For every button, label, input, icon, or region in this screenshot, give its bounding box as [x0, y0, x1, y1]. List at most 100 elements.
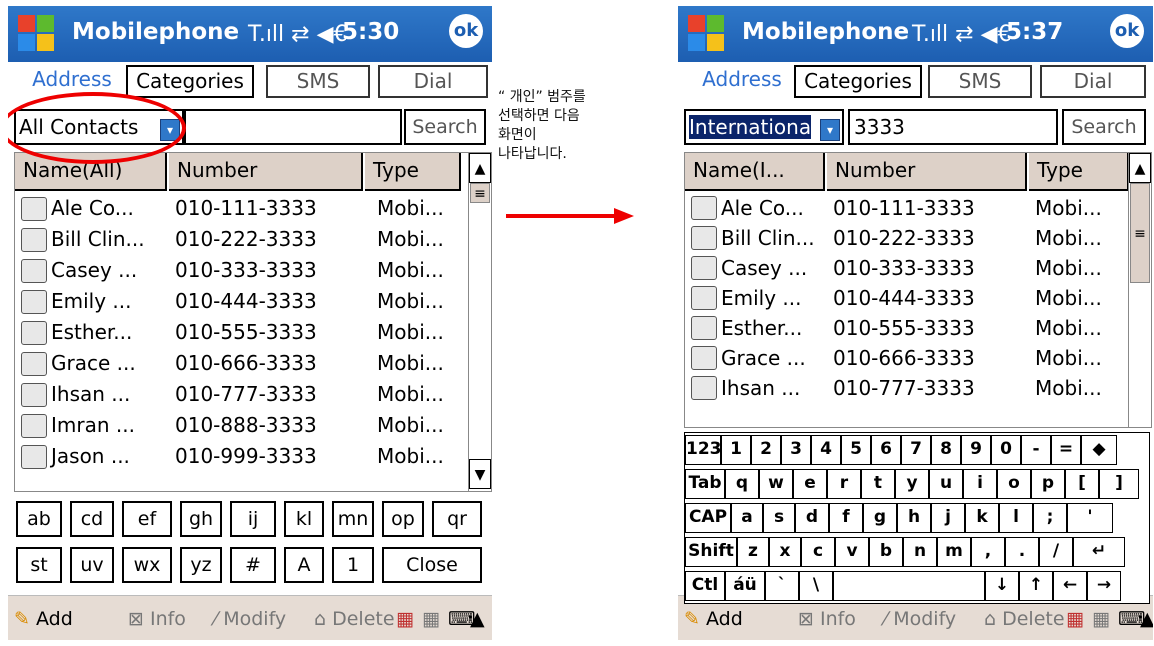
key-4[interactable]: 4 [811, 435, 841, 465]
list-view-icon[interactable]: ▦ [1092, 606, 1110, 632]
key-w[interactable]: w [759, 469, 793, 499]
tab-sms[interactable]: SMS [266, 65, 370, 98]
input-menu-icon[interactable]: ▲ [1140, 606, 1153, 632]
key-a[interactable]: a [731, 503, 763, 533]
key-g[interactable]: g [863, 503, 897, 533]
key-n[interactable]: n [903, 537, 937, 567]
delete-button[interactable]: ⌂ Delete [984, 606, 1065, 632]
alpha-button[interactable]: op [382, 501, 424, 537]
key-123[interactable]: 123 [685, 435, 722, 465]
alpha-button[interactable]: cd [70, 501, 114, 537]
row-checkbox[interactable] [691, 226, 717, 250]
table-row[interactable]: Emily ... 010-444-3333 Mobi... [15, 286, 469, 317]
key-j[interactable]: j [931, 503, 965, 533]
row-checkbox[interactable] [21, 227, 47, 252]
row-checkbox[interactable] [21, 320, 47, 345]
column-header-type[interactable]: Type [365, 153, 461, 191]
key-Shift[interactable]: Shift [685, 537, 737, 567]
info-button[interactable]: ⊠ Info [128, 606, 186, 632]
key-↑[interactable]: ↑ [1019, 571, 1053, 601]
key-][interactable]: ] [1099, 469, 1139, 499]
windows-start-icon[interactable] [18, 15, 56, 53]
category-select[interactable]: Internationa ▾ [684, 109, 844, 145]
row-checkbox[interactable] [21, 351, 47, 376]
scroll-thumb[interactable]: ≡ [1130, 183, 1150, 283]
key-5[interactable]: 5 [841, 435, 871, 465]
vertical-scrollbar[interactable]: ▲ ≡ [1128, 153, 1151, 427]
row-checkbox[interactable] [21, 258, 47, 283]
key-s[interactable]: s [763, 503, 795, 533]
chevron-down-icon[interactable]: ▾ [820, 119, 840, 141]
key-;[interactable]: ; [1033, 503, 1067, 533]
key-e[interactable]: e [793, 469, 827, 499]
key-m[interactable]: m [937, 537, 971, 567]
key-7[interactable]: 7 [901, 435, 931, 465]
tab-categories[interactable]: Categories [794, 65, 922, 98]
table-row[interactable]: Ale Co... 010-111-3333 Mobi... [685, 193, 1129, 223]
key-,[interactable]: , [971, 537, 1005, 567]
alpha-button[interactable]: ab [16, 501, 62, 537]
table-row[interactable]: Ihsan ... 010-777-3333 Mobi... [15, 379, 469, 410]
key-áü[interactable]: áü [725, 571, 765, 601]
row-checkbox[interactable] [21, 196, 47, 221]
key-t[interactable]: t [861, 469, 895, 499]
key-↓[interactable]: ↓ [985, 571, 1019, 601]
column-header-name[interactable]: Name(I... [685, 153, 825, 191]
row-checkbox[interactable] [21, 382, 47, 407]
table-row[interactable]: Casey ... 010-333-3333 Mobi... [15, 255, 469, 286]
row-checkbox[interactable] [21, 444, 47, 469]
vertical-scrollbar[interactable]: ▲ ≡ ▼ [468, 153, 491, 491]
key-.[interactable]: . [1005, 537, 1039, 567]
key-u[interactable]: u [929, 469, 963, 499]
key-8[interactable]: 8 [931, 435, 961, 465]
add-button[interactable]: ✎ Add [684, 606, 743, 632]
table-row[interactable]: Ihsan ... 010-777-3333 Mobi... [685, 373, 1129, 403]
group-icon[interactable]: ▦ [396, 606, 414, 632]
row-checkbox[interactable] [691, 376, 717, 400]
info-button[interactable]: ⊠ Info [798, 606, 856, 632]
key-↵[interactable]: ↵ [1073, 537, 1125, 567]
scroll-thumb[interactable]: ≡ [470, 183, 490, 203]
alpha-button[interactable]: kl [284, 501, 324, 537]
row-checkbox[interactable] [21, 413, 47, 438]
key-→[interactable]: → [1087, 571, 1121, 601]
windows-start-icon[interactable] [688, 15, 726, 53]
close-button[interactable]: Close [382, 547, 482, 583]
key-1[interactable]: 1 [721, 435, 751, 465]
key-v[interactable]: v [835, 537, 869, 567]
key-o[interactable]: o [997, 469, 1031, 499]
table-row[interactable]: Esther... 010-555-3333 Mobi... [15, 317, 469, 348]
delete-button[interactable]: ⌂ Delete [314, 606, 395, 632]
table-row[interactable]: Emily ... 010-444-3333 Mobi... [685, 283, 1129, 313]
key-0[interactable]: 0 [991, 435, 1021, 465]
key-l[interactable]: l [999, 503, 1033, 533]
input-menu-icon[interactable]: ▲ [470, 606, 485, 632]
alpha-button[interactable]: wx [122, 547, 172, 583]
search-input[interactable]: 3333 [848, 109, 1058, 145]
list-view-icon[interactable]: ▦ [422, 606, 440, 632]
row-checkbox[interactable] [691, 286, 717, 310]
table-row[interactable]: Esther... 010-555-3333 Mobi... [685, 313, 1129, 343]
row-checkbox[interactable] [691, 316, 717, 340]
scroll-down-icon[interactable]: ▼ [469, 459, 491, 489]
alpha-button[interactable]: ij [230, 501, 276, 537]
key-k[interactable]: k [965, 503, 999, 533]
key-b[interactable]: b [869, 537, 903, 567]
table-row[interactable]: Casey ... 010-333-3333 Mobi... [685, 253, 1129, 283]
row-checkbox[interactable] [691, 196, 717, 220]
key-i[interactable]: i [963, 469, 997, 499]
key-3[interactable]: 3 [781, 435, 811, 465]
table-row[interactable]: Jason ... 010-999-3333 Mobi... [15, 441, 469, 472]
key-2[interactable]: 2 [751, 435, 781, 465]
key-=[interactable]: = [1051, 435, 1081, 465]
key-`[interactable]: ` [765, 571, 799, 601]
key-Ctl[interactable]: Ctl [685, 571, 725, 601]
alpha-button[interactable]: mn [332, 501, 374, 537]
add-button[interactable]: ✎ Add [14, 606, 73, 632]
column-header-type[interactable]: Type [1029, 153, 1129, 191]
modify-button[interactable]: ⁄ Modify [884, 606, 956, 632]
key-◆[interactable]: ◆ [1081, 435, 1117, 465]
key-f[interactable]: f [829, 503, 863, 533]
table-row[interactable]: Grace ... 010-666-3333 Mobi... [15, 348, 469, 379]
key-h[interactable]: h [897, 503, 931, 533]
